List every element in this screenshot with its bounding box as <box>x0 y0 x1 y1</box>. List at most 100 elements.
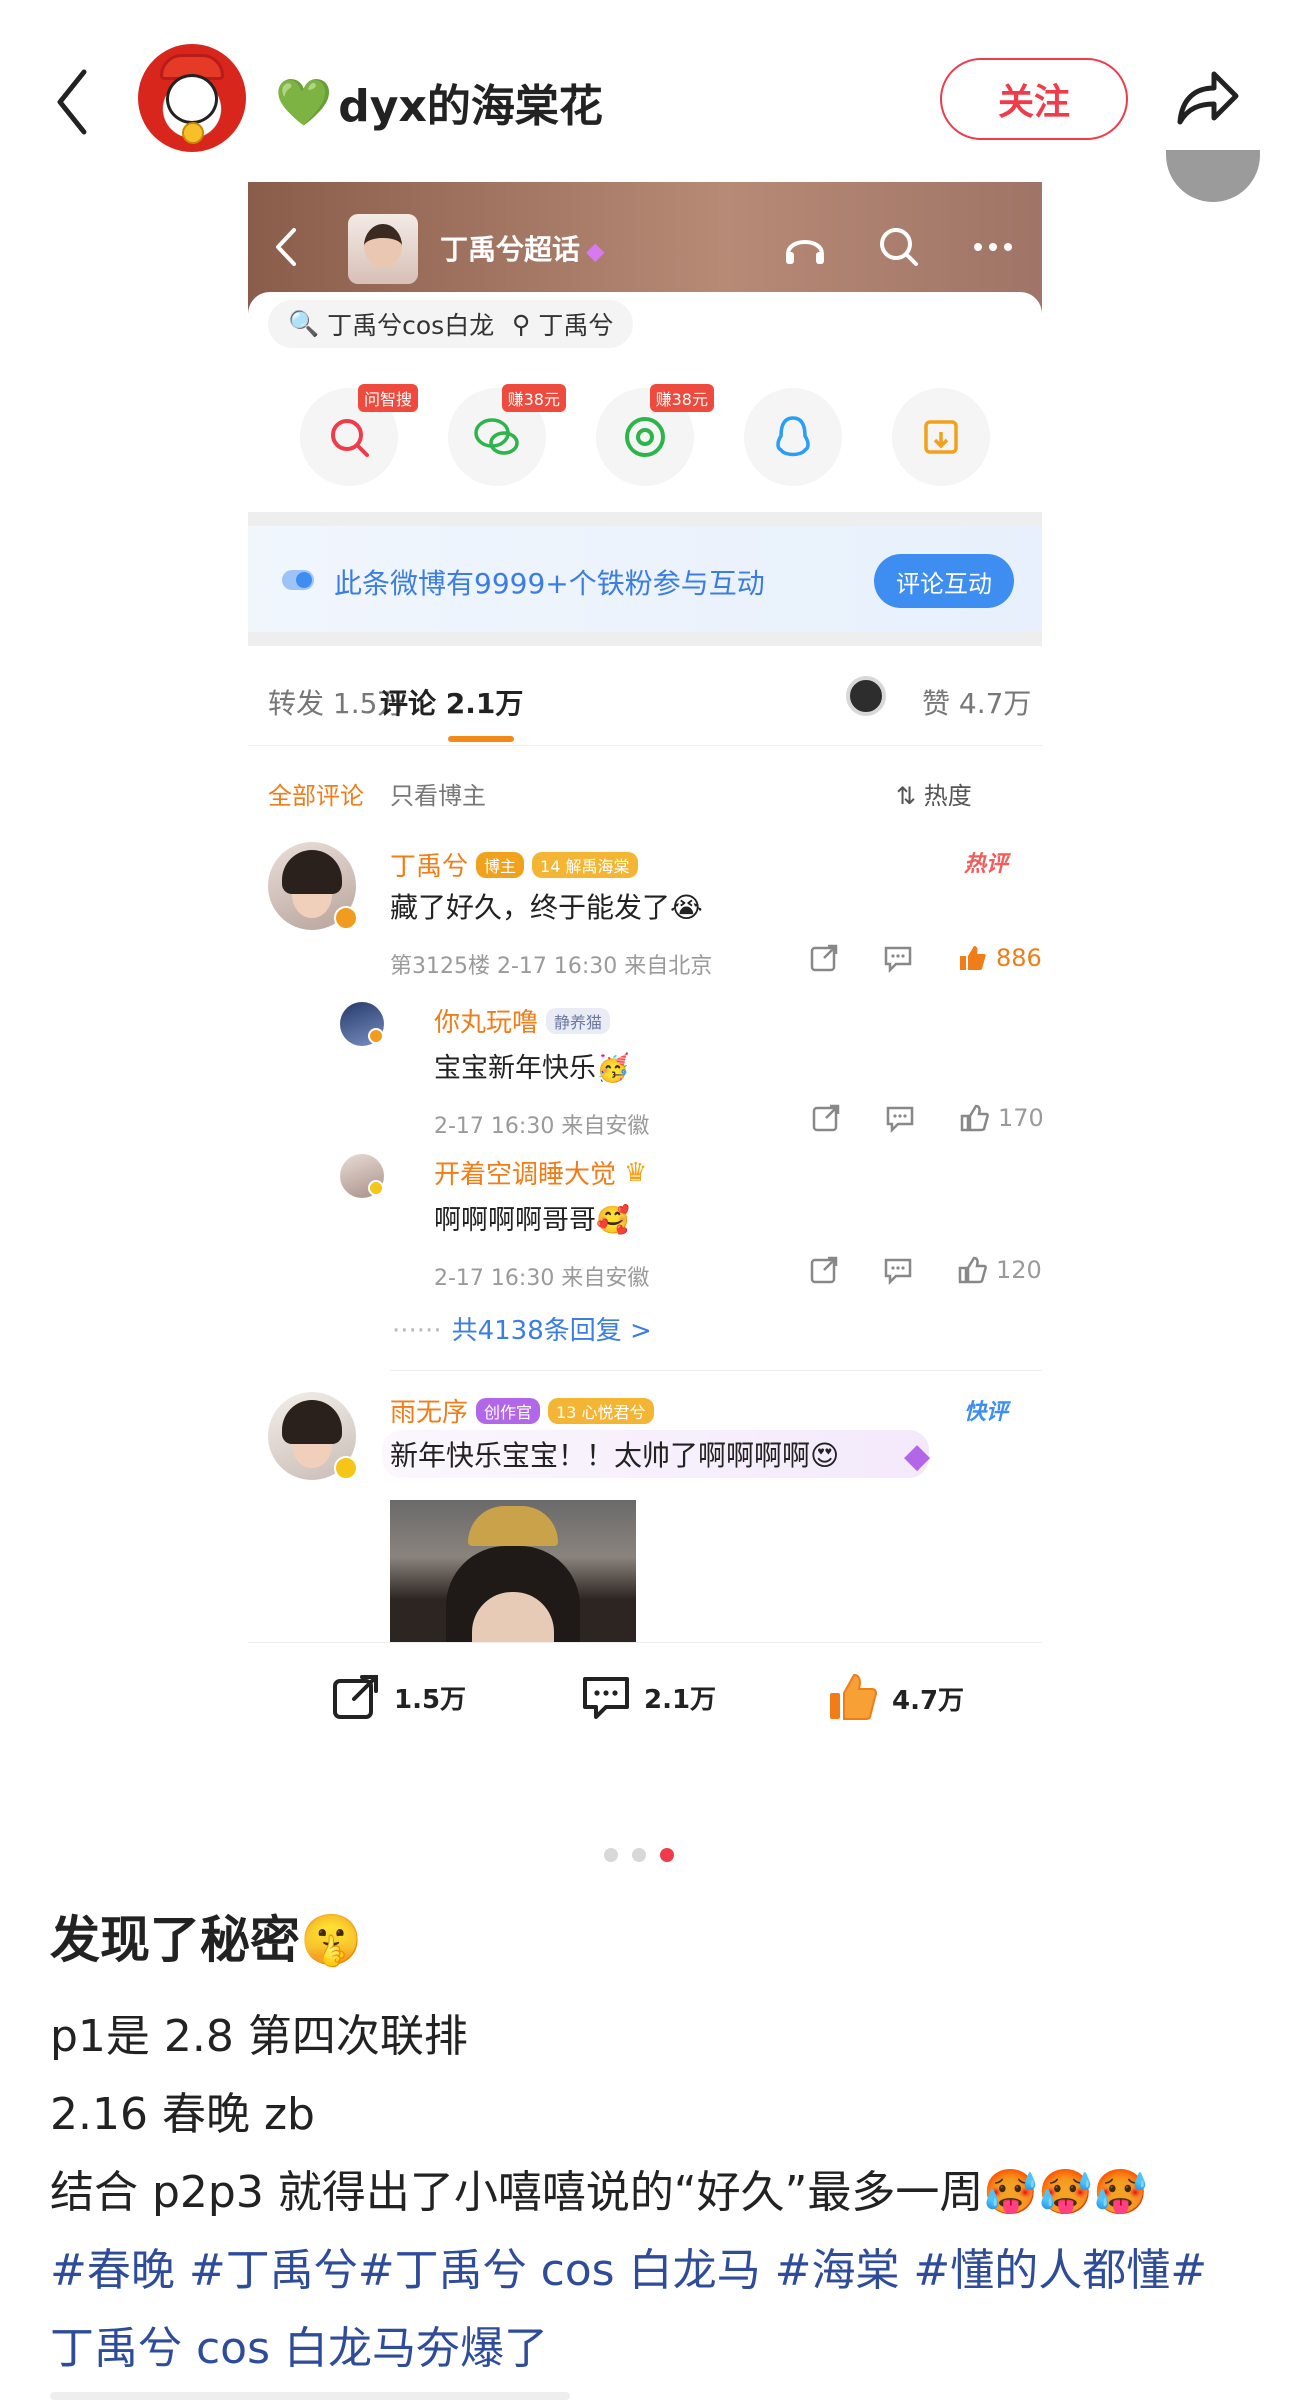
gem-icon: ◆ <box>586 237 605 265</box>
share-qq[interactable] <box>744 388 842 486</box>
commenter-name[interactable]: 丁禹兮 博主 14 解禹海棠 <box>390 846 638 883</box>
share-icon <box>333 1675 378 1719</box>
search-icon[interactable] <box>874 222 924 272</box>
like-button[interactable]: 8861 <box>956 942 1042 974</box>
scroll-indicator <box>1166 150 1260 202</box>
image-pager <box>604 1848 674 1862</box>
comment-text: 新年快乐宝宝！！太帅了啊啊啊啊😍 <box>382 1430 930 1478</box>
verified-badge-icon <box>334 906 358 930</box>
thumbs-up-filled-icon <box>960 946 986 970</box>
reply-icon[interactable] <box>882 942 914 974</box>
share-button[interactable] <box>1170 62 1242 134</box>
share-badge: 赚38元 <box>649 384 714 412</box>
pager-dot-active[interactable] <box>660 1848 674 1862</box>
pager-dot[interactable] <box>604 1848 618 1862</box>
like-button[interactable]: 1704 <box>958 1102 1042 1134</box>
author-name[interactable]: 💚 dyx的海棠花 <box>275 70 603 134</box>
repost-button[interactable]: 1.5万 <box>330 1671 466 1723</box>
hashtag-line[interactable]: #春晚 #丁禹兮#丁禹兮 cos 白龙马 #海棠 #懂的人都懂# <box>50 2232 1250 2310</box>
divider <box>248 632 1042 646</box>
top-bar: 💚 dyx的海棠花 关注 <box>0 0 1290 202</box>
chip-label: 丁禹兮 <box>538 311 614 340</box>
share-badge: 赚38元 <box>501 384 566 412</box>
listen-icon[interactable] <box>780 222 830 272</box>
search-chip-2[interactable]: ⚲ 丁禹兮 <box>492 300 634 348</box>
post-line: 结合 p2p3 就得出了小嘻嘻说的“好久”最多一周🥵🥵🥵 <box>50 2167 1148 2218</box>
follow-button[interactable]: 关注 <box>940 58 1128 140</box>
comment-item: 雨无序 创作官 13 心悦君兮 快评 新年快乐宝宝！！太帅了啊啊啊啊😍 ◆ <box>248 1388 1042 1508</box>
author-avatar[interactable] <box>138 44 246 152</box>
commenter-name-text: 雨无序 <box>390 1398 469 1428</box>
comment-interact-button[interactable]: 评论互动 <box>874 554 1014 608</box>
moments-icon <box>625 417 665 457</box>
commenter-name[interactable]: 雨无序 创作官 13 心悦君兮 <box>390 1392 654 1429</box>
author-name-text: dyx的海棠花 <box>338 81 603 132</box>
avatar-face <box>166 74 218 124</box>
share-wechat[interactable]: 赚38元 <box>448 384 566 486</box>
avatar-coin <box>182 122 204 144</box>
hot-comment-badge: 热评 <box>964 852 1009 877</box>
share-save-image[interactable] <box>892 388 990 486</box>
reply-meta: 2-17 16:30 来自安徽 <box>434 1114 650 1139</box>
comment-image[interactable] <box>390 1500 636 1642</box>
share-icon[interactable] <box>808 942 840 974</box>
reply-icon[interactable] <box>882 1254 914 1286</box>
liker-avatar <box>846 676 886 716</box>
filter-all-comments[interactable]: 全部评论 <box>268 776 364 811</box>
hashtag-line[interactable]: 丁禹兮 cos 白龙马夯爆了 <box>50 2310 1250 2388</box>
comment-button[interactable]: 2.1万 <box>580 1671 716 1723</box>
replier-name[interactable]: 开着空调睡大觉 ♛ <box>434 1154 647 1191</box>
like-button[interactable]: 1209 <box>956 1254 1042 1286</box>
chevron-left-icon <box>57 69 87 135</box>
replier-name[interactable]: 你丸玩噜 静养猫 <box>434 1002 611 1039</box>
share-icon[interactable] <box>810 1102 842 1134</box>
creator-tag: 创作官 <box>476 1397 541 1424</box>
sort-by-hot[interactable]: ⇅ 热度 <box>896 776 972 811</box>
toggle-icon <box>282 570 314 590</box>
topic-header-icons <box>780 222 1018 272</box>
share-icon[interactable] <box>808 1254 840 1286</box>
like-button[interactable]: 4.7万 <box>826 1671 964 1725</box>
author-tag: 博主 <box>476 851 525 878</box>
more-icon[interactable] <box>968 222 1018 272</box>
view-all-replies-link[interactable]: ······ 共4138条回复 > <box>392 1310 652 1347</box>
fan-level-label: 心悦君兮 <box>581 1402 646 1422</box>
share-badge: 问智搜 <box>357 384 418 412</box>
tab-likes[interactable]: 赞 4.7万 <box>922 682 1031 722</box>
post-action-bar: 1.5万 2.1万 4.7万 <box>248 1642 1042 1752</box>
comment-text: 藏了好久，终于能发了😭 <box>390 891 703 924</box>
reply-text: 啊啊啊啊哥哥🥰 <box>434 1205 630 1236</box>
topic-title[interactable]: 丁禹兮超话 ◆ <box>440 228 604 268</box>
detail-tabs: 转发 1.5万 评论 2.1万 赞 4.7万 <box>248 646 1042 746</box>
chevron-left-icon <box>276 228 296 266</box>
related-search-chips: 🔍 丁禹兮cos白龙马好帅 ⚲ 丁禹兮 <box>248 292 1042 382</box>
share-moments[interactable]: 赚38元 <box>596 384 714 486</box>
reply-actions: 1209 <box>808 1254 1042 1286</box>
pager-dot[interactable] <box>632 1848 646 1862</box>
post-line: 2.16 春晚 zb <box>50 2089 315 2140</box>
share-targets: 问智搜 赚38元 赚38元 <box>300 384 990 486</box>
like-count: 8861 <box>996 944 1042 972</box>
comment-meta: 第3125楼 2-17 16:30 来自北京 <box>390 954 713 979</box>
commenter-name-text: 丁禹兮 <box>390 852 469 882</box>
reply-icon[interactable] <box>884 1102 916 1134</box>
reply-text: 宝宝新年快乐🥳 <box>434 1053 630 1084</box>
fan-level-number: 13 <box>556 1402 577 1422</box>
filter-author-only[interactable]: 只看博主 <box>390 776 486 811</box>
back-button[interactable] <box>48 62 104 142</box>
verified-badge-icon <box>334 1456 358 1480</box>
share-ai-search[interactable]: 问智搜 <box>300 384 418 486</box>
tab-comments[interactable]: 评论 2.1万 <box>380 682 523 722</box>
sort-label: 热度 <box>923 782 972 810</box>
post-hashtags[interactable]: #春晚 #丁禹兮#丁禹兮 cos 白龙马 #海棠 #懂的人都懂# 丁禹兮 cos… <box>50 2232 1250 2388</box>
inner-back-button[interactable] <box>270 222 300 272</box>
embedded-screenshot: 丁禹兮超话 ◆ 🔍 丁禹兮cos白龙马好帅 ⚲ 丁禹兮 问智搜 赚38元 赚38… <box>248 182 1042 1642</box>
fan-interaction-banner: 此条微博有9999+个铁粉参与互动 评论互动 <box>248 526 1042 632</box>
repost-count: 1.5万 <box>394 1684 467 1715</box>
fan-level-tag: 14 解禹海棠 <box>532 851 638 878</box>
divider <box>390 1370 1042 1371</box>
ai-search-icon <box>331 419 369 457</box>
verified-badge-icon <box>368 1180 384 1196</box>
reply-item: 你丸玩噜 静养猫 宝宝新年快乐🥳 2-17 16:30 来自安徽 1704 <box>248 1002 1042 1142</box>
fan-level-label: 解禹海棠 <box>565 856 630 876</box>
